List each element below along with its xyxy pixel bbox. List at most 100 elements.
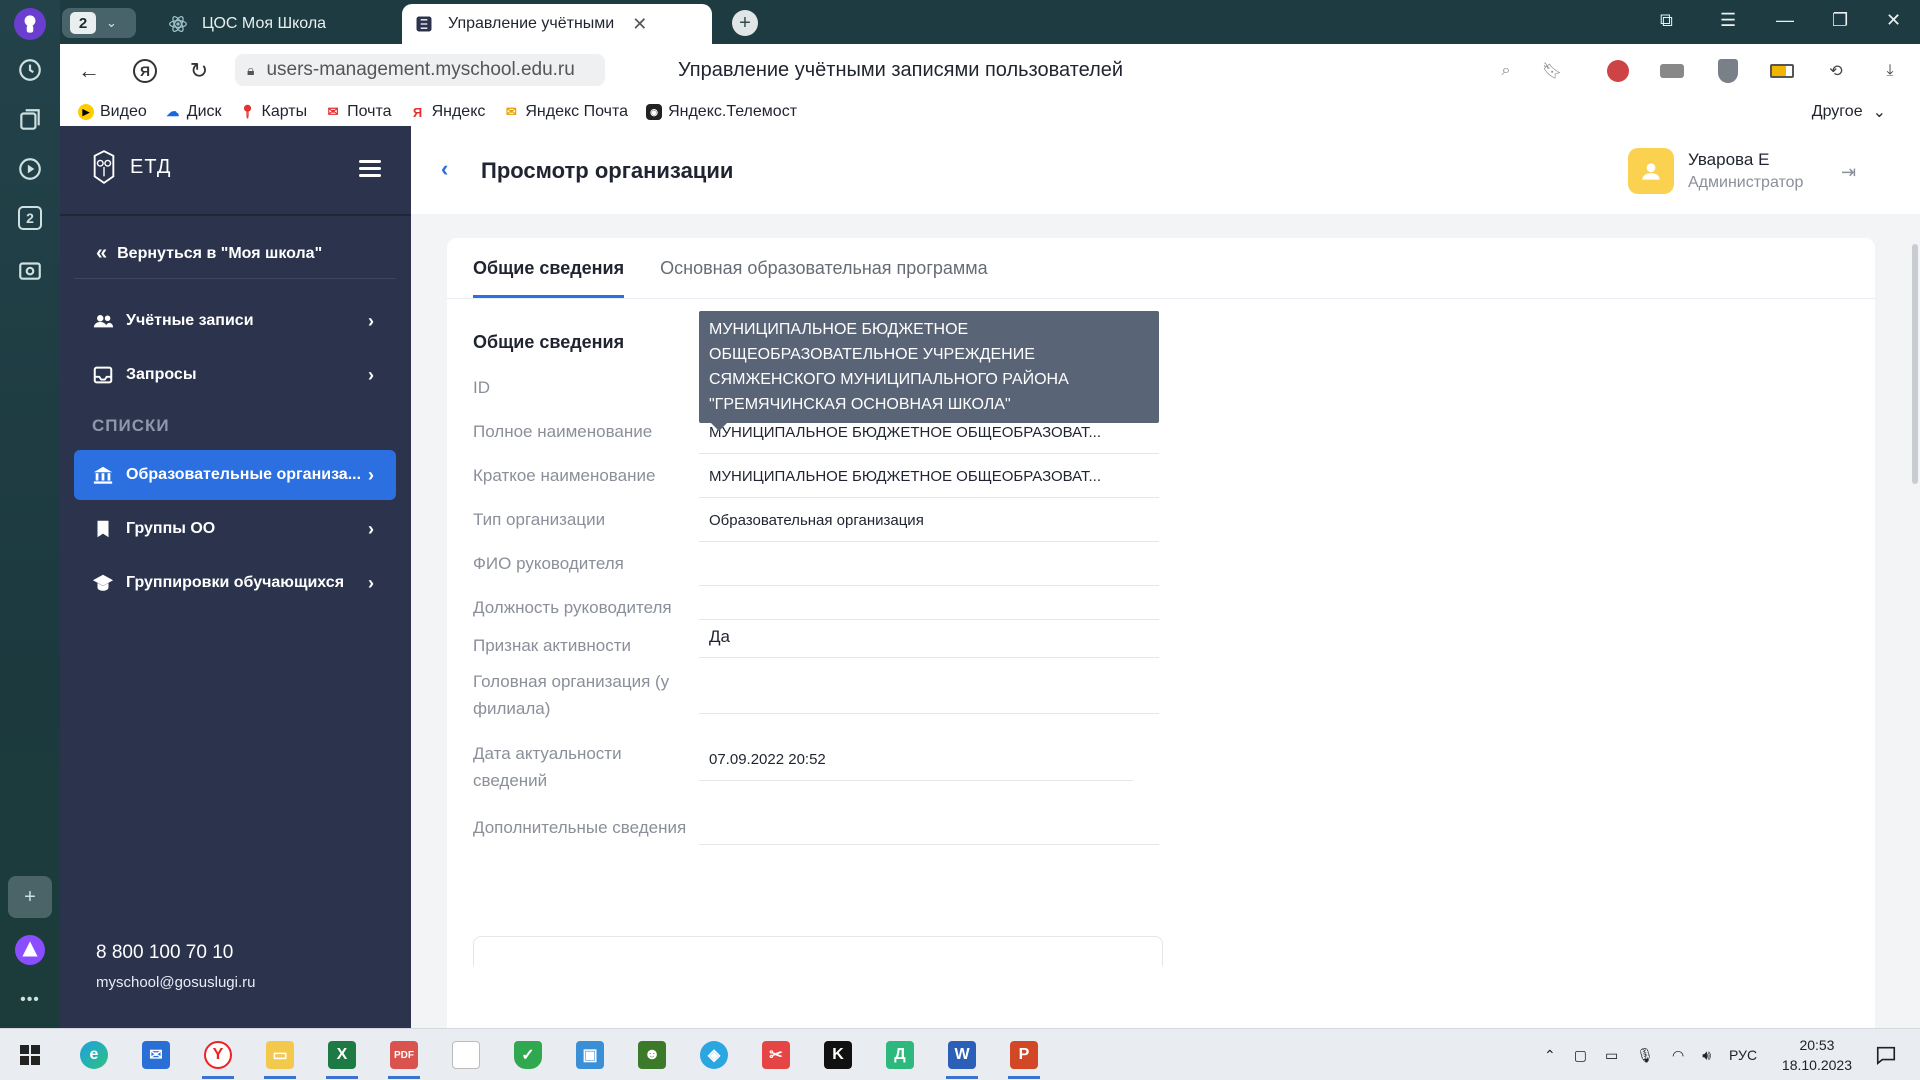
reload-icon[interactable]: ↻ [184,56,214,86]
pdf-icon[interactable]: PDF [384,1037,424,1079]
brand-logo[interactable]: ЕТД [90,148,171,186]
sidebar-item-groups[interactable]: Группы ОО › [74,504,396,554]
logout-icon[interactable]: ⇥ [1841,162,1856,183]
double-chevron-left-icon: « [96,242,108,264]
screenshot-app-icon[interactable]: ✂ [756,1037,796,1073]
file-explorer-icon[interactable]: ▭ [260,1037,300,1079]
sidebar-item-student-groupings[interactable]: Группировки обучающихся › [74,558,396,608]
organization-card: Общие сведения Основная образовательная … [447,238,1875,1028]
microphone-icon[interactable]: 🎙︎ [1636,1047,1654,1064]
history-icon[interactable] [12,52,48,88]
bookmarks-other[interactable]: Другое ⌄ [1812,102,1886,122]
shield-icon[interactable] [1714,57,1742,85]
etd-favicon-icon [414,14,434,34]
bookmark-item[interactable]: ✉ Почта [325,103,392,121]
sidebar-item-organizations[interactable]: Образовательные организа... › [74,450,396,500]
tab-manager-icon[interactable]: ⧉ [1660,10,1673,31]
word-icon[interactable]: W [942,1037,982,1079]
camera-icon[interactable]: ▢ [1574,1047,1587,1064]
start-icon[interactable] [10,1037,50,1073]
divider [447,298,1875,299]
chevron-up-icon[interactable]: ⌃ [1544,1047,1556,1064]
sidebar-item-accounts[interactable]: Учётные записи › [74,296,396,346]
box-app-icon[interactable]: ◈ [694,1037,734,1073]
bookmark-page-icon[interactable]: 🔖︎ [1538,57,1566,85]
back-icon[interactable]: ← [74,56,104,86]
chevron-right-icon: › [368,464,374,485]
search-page-icon[interactable]: ⌕ [1492,57,1520,85]
scrollbar-thumb[interactable] [1912,244,1918,484]
tab-active[interactable]: Управление учётными ✕ [402,4,712,44]
scrollbar[interactable] [1910,214,1920,1028]
battery-icon[interactable] [1768,57,1796,85]
bookmark-item[interactable]: ✉ Яндекс Почта [503,103,628,121]
field-value[interactable]: МУНИЦИПАЛЬНОЕ БЮДЖЕТНОЕ ОБЩЕОБРАЗОВАТ... [699,418,1159,454]
profile-icon[interactable] [12,6,48,42]
new-tab-button[interactable]: + [732,10,758,36]
remote-desktop-icon[interactable]: ▣ [570,1037,610,1073]
tray-icon[interactable]: ⟲ [1822,57,1850,85]
bookmark-label: Диск [186,103,222,120]
field-label: Тип организации [473,510,606,529]
extension-icon[interactable] [1604,57,1632,85]
document-icon[interactable] [446,1037,486,1073]
volume-icon[interactable]: 🔊︎ [1702,1047,1711,1064]
menu-icon[interactable]: ☰ [1720,10,1736,31]
alice-icon[interactable] [12,932,48,968]
field-value: Образовательная организация [699,506,1159,542]
notifications-icon[interactable] [1866,1037,1906,1073]
more-icon[interactable]: ••• [12,982,48,1018]
diary-app-icon[interactable]: Д [880,1037,920,1073]
wifi-icon[interactable]: ◠ [1672,1047,1684,1064]
institution-icon [92,464,114,486]
yandex-logo-icon[interactable]: Я [130,56,160,86]
user-icon [1642,163,1660,180]
powerpoint-icon[interactable]: P [1004,1037,1044,1079]
excel-icon[interactable]: X [322,1037,362,1079]
back-to-myschool-link[interactable]: « Вернуться в "Моя школа" [96,242,322,265]
download-icon[interactable]: ⤓ [1876,57,1904,85]
antivirus-icon[interactable]: ☻ [632,1037,672,1073]
edge-icon[interactable]: e [74,1037,114,1073]
url-field[interactable]: 🔒︎ users-management.myschool.edu.ru [235,54,605,86]
field-value[interactable]: МУНИЦИПАЛЬНОЕ БЮДЖЕТНОЕ ОБЩЕОБРАЗОВАТ... [699,462,1159,498]
mail-app-icon[interactable]: ✉ [136,1037,176,1073]
bookmark-item[interactable]: ◉ Яндекс.Телемост [646,103,797,121]
close-icon[interactable]: ✕ [632,14,647,35]
screenshot-icon[interactable] [12,252,48,288]
tab-count-button[interactable]: 2 ⌄ [62,8,136,38]
bookmark-item[interactable]: 📍︎ Карты [239,103,307,121]
security-icon[interactable]: ✓ [508,1037,548,1073]
tab-general-info[interactable]: Общие сведения [473,238,625,298]
restore-icon[interactable]: ❐ [1832,10,1848,31]
sidebar-item-requests[interactable]: Запросы › [74,350,396,400]
clock[interactable]: 20:53 18.10.2023 [1782,1035,1852,1075]
support-email[interactable]: myschool@gosuslugi.ru [96,974,255,991]
tab-education-program[interactable]: Основная образовательная программа [660,238,988,298]
k-app-icon[interactable]: K [818,1037,858,1073]
bookmarks-bar: ▶ Видео ☁ Диск 📍︎ Карты ✉ Почта Я Яндекс… [60,98,1920,126]
minimize-icon[interactable]: — [1776,10,1794,31]
tab-groups-icon[interactable]: 2 [12,200,48,236]
tab-inactive[interactable]: ЦОС Моя Школа [156,4,436,44]
disk-icon: ☁ [166,104,180,119]
bookmark-item[interactable]: Я Яндекс [410,103,485,121]
user-profile[interactable]: Уварова Е Администратор [1628,148,1803,194]
hamburger-menu-icon[interactable] [359,160,381,181]
play-icon[interactable] [12,151,48,187]
add-panel-icon[interactable]: + [8,876,52,918]
extension-icon[interactable] [1658,57,1686,85]
field-label: Дополнительные сведения [473,818,687,837]
language-indicator[interactable]: РУС [1729,1047,1757,1063]
close-window-icon[interactable]: ✕ [1886,10,1901,31]
video-icon: ▶ [78,104,94,120]
battery-icon[interactable]: ▭ [1605,1047,1618,1064]
yandex-icon: Я [412,104,423,120]
yandex-browser-icon[interactable]: Y [198,1037,238,1079]
bookmark-item[interactable]: ☁ Диск [165,103,222,121]
bookmark-item[interactable]: ▶ Видео [78,103,147,121]
support-phone[interactable]: 8 800 100 70 10 [96,942,255,964]
bookmark-label: Яндекс Почта [525,103,629,120]
chevron-left-icon[interactable]: ‹ [441,156,448,182]
collections-icon[interactable] [12,102,48,138]
